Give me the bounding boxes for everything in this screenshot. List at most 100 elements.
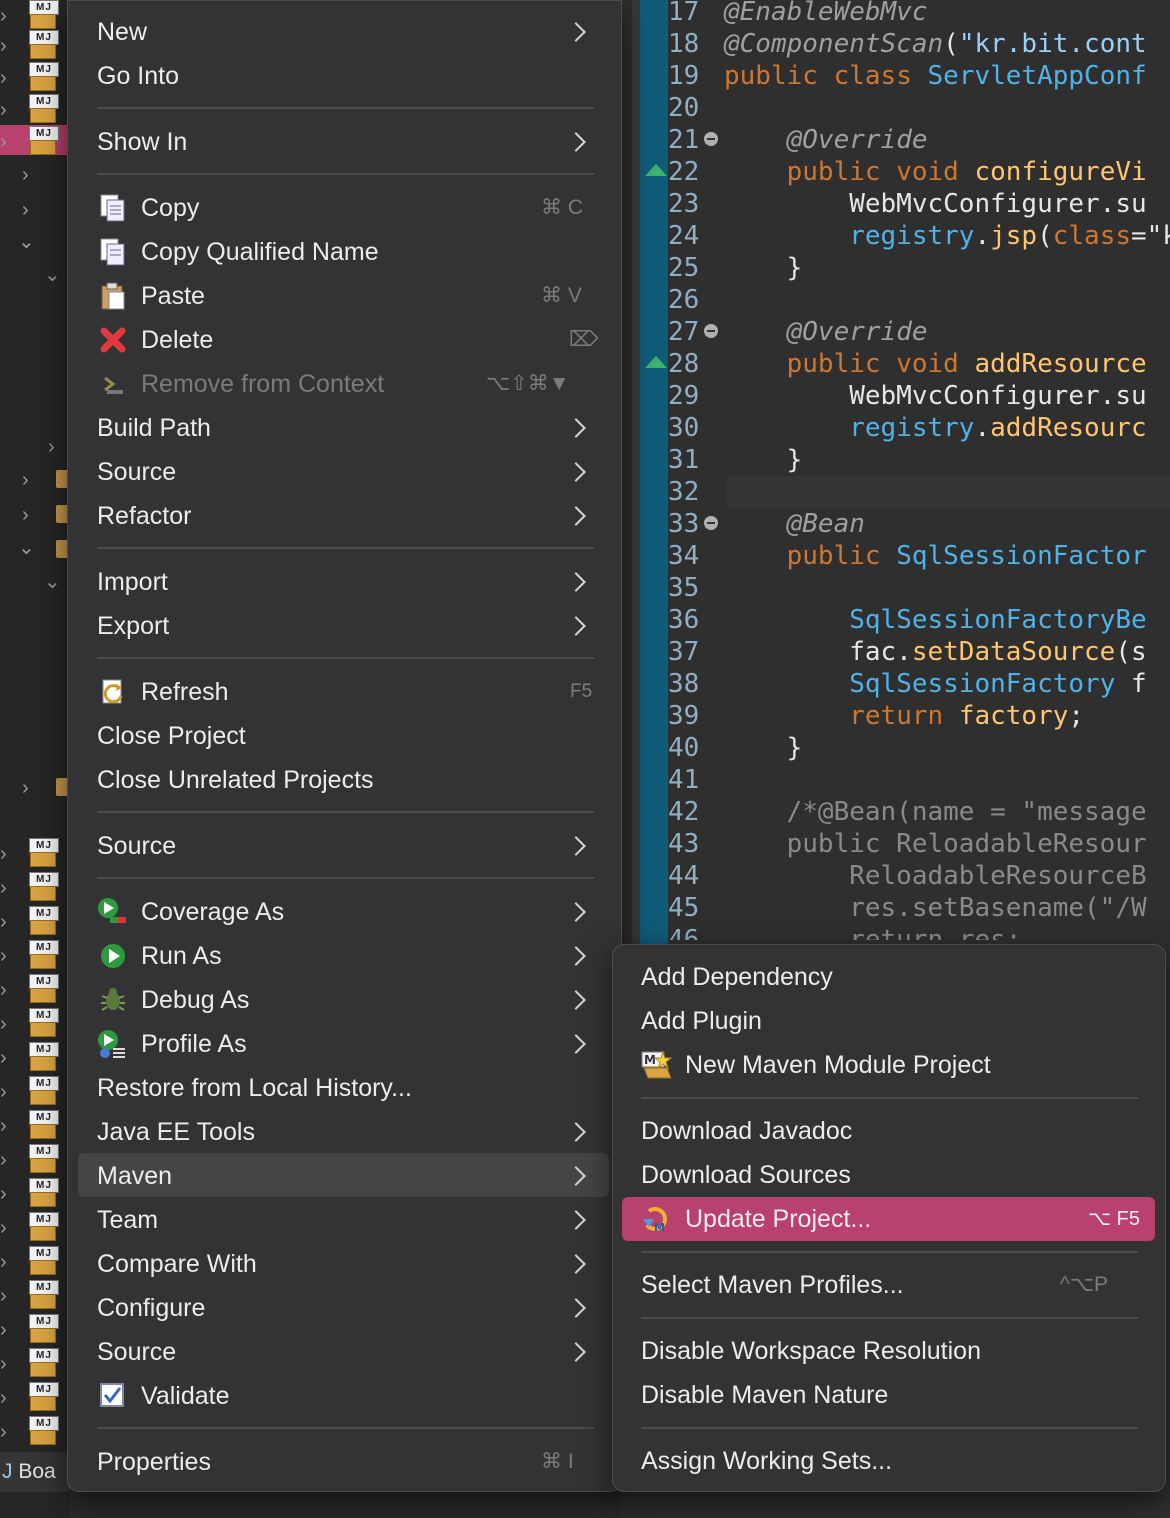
menu-item-update-project[interactable]: Update Project...: [685, 1199, 871, 1239]
code-line[interactable]: 34 public SqlSessionFactor: [668, 540, 1147, 572]
menu-item-coverage-as[interactable]: Coverage As: [141, 892, 607, 932]
code-line[interactable]: 28 public void addResource: [668, 348, 1147, 380]
tree-expand-chevron-icon[interactable]: ›: [0, 980, 7, 1000]
code-line[interactable]: 30 registry.addResourc: [668, 412, 1147, 444]
menu-item-refactor[interactable]: Refactor: [97, 496, 607, 536]
fold-toggle-icon[interactable]: [704, 324, 718, 338]
tree-expand-chevron-icon[interactable]: ›: [0, 1218, 7, 1238]
maven-jar-project-icon[interactable]: MJ: [27, 974, 59, 1003]
menu-item-run-as[interactable]: Run As: [141, 936, 607, 976]
menu-item-new[interactable]: New: [97, 12, 607, 52]
code-line[interactable]: 38 SqlSessionFactory f: [668, 668, 1147, 700]
menu-item-debug-as[interactable]: Debug As: [141, 980, 607, 1020]
code-line[interactable]: 42 /*@Bean(name = "message: [668, 796, 1147, 828]
menu-item-add-dependency[interactable]: Add Dependency: [641, 957, 833, 997]
menu-item-copy-qualified-name[interactable]: Copy Qualified Name: [141, 232, 379, 272]
tree-expand-chevron-icon[interactable]: ›: [0, 1082, 7, 1102]
code-line[interactable]: 29 WebMvcConfigurer.su: [668, 380, 1147, 412]
code-line[interactable]: 45 res.setBasename("/W: [668, 892, 1147, 924]
menu-item-properties[interactable]: Properties: [97, 1442, 211, 1482]
menu-item-delete[interactable]: Delete: [141, 320, 213, 360]
menu-item-team[interactable]: Team: [97, 1200, 607, 1240]
maven-jar-project-icon[interactable]: MJ: [27, 1144, 59, 1173]
menu-item-show-in[interactable]: Show In: [97, 122, 607, 162]
tree-expand-chevron-icon[interactable]: ›: [0, 1388, 7, 1408]
code-line[interactable]: 25 }: [668, 252, 802, 284]
tree-expand-chevron-icon[interactable]: ›: [0, 1252, 7, 1272]
maven-jar-project-icon[interactable]: MJ: [27, 1110, 59, 1139]
code-line[interactable]: 37 fac.setDataSource(s: [668, 636, 1147, 668]
menu-item-add-plugin[interactable]: Add Plugin: [641, 1001, 762, 1041]
maven-jar-project-icon[interactable]: MJ: [27, 1246, 59, 1275]
menu-item-export[interactable]: Export: [97, 606, 607, 646]
menu-item-download-javadoc[interactable]: Download Javadoc: [641, 1111, 852, 1151]
code-line[interactable]: 24 registry.jsp(class="k-str">"/WEB-: [668, 220, 1170, 252]
code-line[interactable]: 44 ReloadableResourceB: [668, 860, 1147, 892]
tree-expand-chevron-icon[interactable]: ›: [0, 1354, 7, 1374]
menu-item-build-path[interactable]: Build Path: [97, 408, 607, 448]
menu-item-source-2[interactable]: Source: [97, 826, 607, 866]
override-marker-icon[interactable]: [645, 356, 667, 368]
code-line[interactable]: 46 return res;: [668, 924, 1021, 940]
code-line[interactable]: 22 public void configureVi: [668, 156, 1147, 188]
code-line[interactable]: 40 }: [668, 732, 802, 764]
maven-jar-project-icon[interactable]: MJ: [27, 1076, 59, 1105]
menu-item-close-project[interactable]: Close Project: [97, 716, 246, 756]
menu-item-source[interactable]: Source: [97, 452, 607, 492]
tree-expand-chevron-icon[interactable]: ›: [0, 1116, 7, 1136]
menu-item-paste[interactable]: Paste: [141, 276, 205, 316]
fold-toggle-icon[interactable]: [704, 516, 718, 530]
tree-expand-chevron-icon[interactable]: ›: [0, 1048, 7, 1068]
code-line[interactable]: 33 @Bean: [668, 508, 865, 540]
menu-item-validate[interactable]: Validate: [141, 1376, 230, 1416]
tree-expand-chevron-icon[interactable]: ›: [0, 1184, 7, 1204]
menu-item-configure[interactable]: Configure: [97, 1288, 607, 1328]
tree-expand-chevron-icon[interactable]: ›: [0, 1286, 7, 1306]
fold-toggle-icon[interactable]: [704, 132, 718, 146]
menu-item-disable-workspace-resolution[interactable]: Disable Workspace Resolution: [641, 1331, 981, 1371]
maven-jar-project-icon[interactable]: MJ: [27, 1314, 59, 1343]
menu-item-source-3[interactable]: Source: [97, 1332, 607, 1372]
code-line[interactable]: 26: [668, 284, 724, 316]
maven-jar-project-icon[interactable]: MJ: [27, 1178, 59, 1207]
menu-item-assign-working-sets[interactable]: Assign Working Sets...: [641, 1441, 892, 1481]
code-line[interactable]: 20: [668, 92, 724, 124]
tree-expand-chevron-icon[interactable]: ›: [0, 946, 7, 966]
menu-item-maven[interactable]: Maven: [97, 1156, 607, 1196]
maven-jar-project-icon[interactable]: MJ: [27, 1008, 59, 1037]
menu-item-new-maven-module[interactable]: New Maven Module Project: [685, 1045, 991, 1085]
menu-item-compare-with[interactable]: Compare With: [97, 1244, 607, 1284]
code-line[interactable]: 36 SqlSessionFactoryBe: [668, 604, 1147, 636]
menu-item-close-unrelated-projects[interactable]: Close Unrelated Projects: [97, 760, 374, 800]
menu-item-select-maven-profiles[interactable]: Select Maven Profiles...: [641, 1265, 904, 1305]
menu-item-import[interactable]: Import: [97, 562, 607, 602]
maven-jar-project-icon[interactable]: MJ: [27, 1348, 59, 1377]
code-line[interactable]: 19 public class ServletAppConf: [668, 60, 1147, 92]
code-line[interactable]: 41: [668, 764, 724, 796]
maven-jar-project-icon[interactable]: MJ: [27, 1212, 59, 1241]
tree-expand-chevron-icon[interactable]: ›: [0, 1320, 7, 1340]
code-line[interactable]: 31 }: [668, 444, 802, 476]
maven-jar-project-icon[interactable]: MJ: [27, 940, 59, 969]
override-marker-icon[interactable]: [645, 164, 667, 176]
code-line[interactable]: 32: [668, 476, 724, 508]
maven-jar-project-icon[interactable]: MJ: [27, 1416, 59, 1445]
explorer-bottom-item[interactable]: J Boa: [0, 1452, 70, 1492]
menu-item-restore-local-history[interactable]: Restore from Local History...: [97, 1068, 412, 1108]
menu-item-profile-as[interactable]: Profile As: [141, 1024, 607, 1064]
tree-expand-chevron-icon[interactable]: ›: [0, 1014, 7, 1034]
menu-item-java-ee-tools[interactable]: Java EE Tools: [97, 1112, 607, 1152]
maven-jar-project-icon[interactable]: MJ: [27, 1280, 59, 1309]
menu-item-copy[interactable]: Copy: [141, 188, 199, 228]
code-line[interactable]: 35: [668, 572, 724, 604]
menu-item-go-into[interactable]: Go Into: [97, 56, 607, 96]
maven-jar-project-icon[interactable]: MJ: [27, 1382, 59, 1411]
menu-item-refresh[interactable]: Refresh: [141, 672, 229, 712]
code-line[interactable]: 18 @ComponentScan("kr.bit.cont: [668, 28, 1147, 60]
maven-jar-project-icon[interactable]: MJ: [27, 1042, 59, 1071]
tree-expand-chevron-icon[interactable]: ›: [0, 1422, 7, 1442]
tree-expand-chevron-icon[interactable]: ›: [0, 1150, 7, 1170]
code-line[interactable]: 23 WebMvcConfigurer.su: [668, 188, 1147, 220]
menu-item-disable-maven-nature[interactable]: Disable Maven Nature: [641, 1375, 888, 1415]
menu-item-download-sources[interactable]: Download Sources: [641, 1155, 851, 1195]
